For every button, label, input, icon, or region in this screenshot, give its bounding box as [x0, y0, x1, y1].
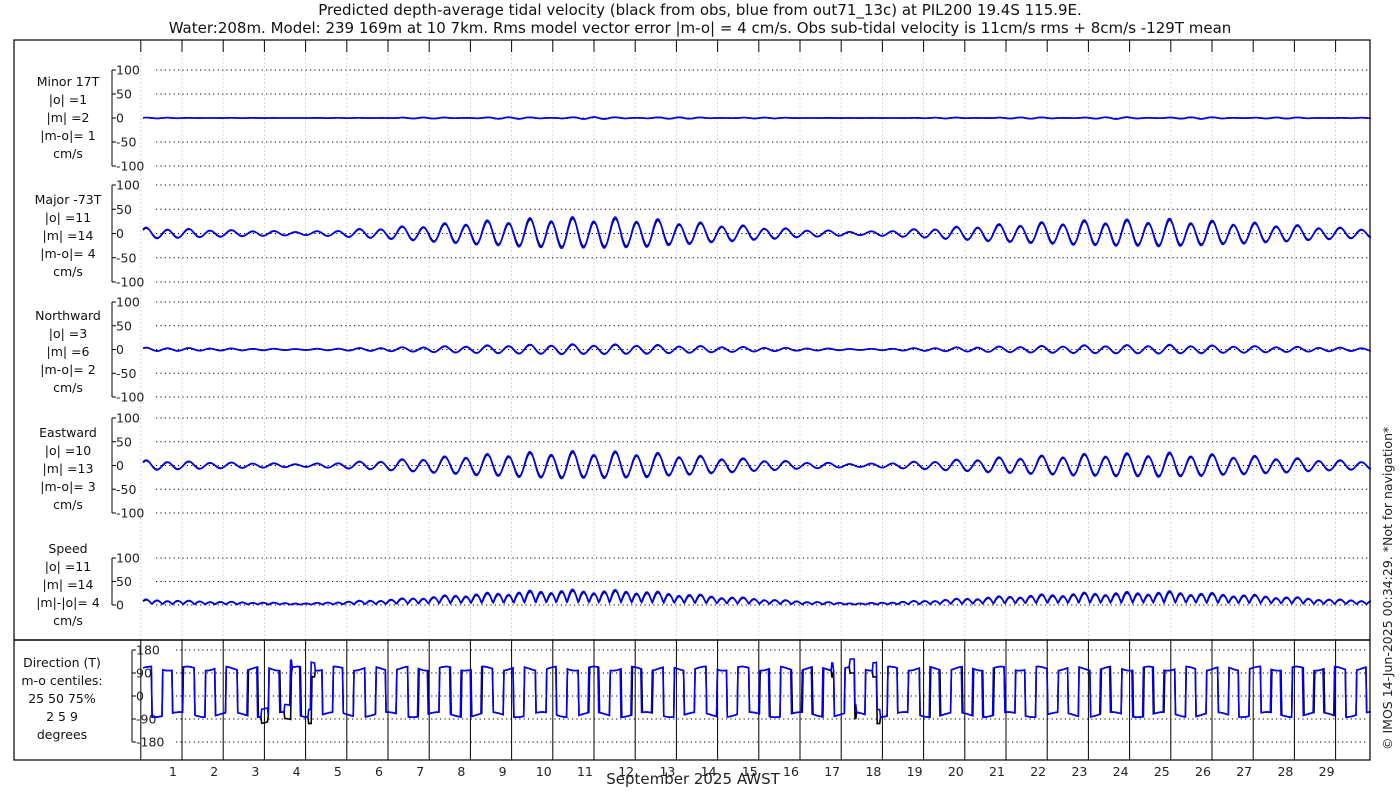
x-tick-label: 3 — [251, 764, 259, 779]
x-tick-label: 26 — [1195, 764, 1211, 779]
panel-label: |o| =10 — [45, 443, 91, 458]
y-tick-label: 100 — [116, 411, 140, 426]
x-tick-label: 1 — [169, 764, 177, 779]
y-tick-label: -50 — [116, 366, 136, 381]
x-tick-label: 27 — [1236, 764, 1252, 779]
panel-label: cm/s — [53, 497, 83, 512]
panel-label: |m-o|= 4 — [40, 246, 95, 261]
panel-major: Major -73T |o| =11 |m| =14 |m-o|= 4 cm/s 100 5… — [35, 178, 1372, 290]
x-tick-label: 21 — [989, 764, 1005, 779]
x-tick-label: 25 — [1154, 764, 1170, 779]
panel-label: Eastward — [39, 425, 97, 440]
panel-label: |m| =14 — [43, 577, 94, 592]
y-tick-label: -100 — [116, 275, 144, 290]
copyright-note: © IMOS 14-Jun-2025 00:34:29. *Not for na… — [1380, 427, 1395, 750]
panel-label: |m|-|o|= 4 — [36, 595, 100, 610]
y-tick-label: -100 — [116, 506, 144, 521]
panel-label: Speed — [48, 541, 87, 556]
plot-frame — [13, 39, 1371, 761]
y-tick-label: -50 — [116, 250, 136, 265]
panel-label: degrees — [37, 727, 87, 742]
x-tick-label: 11 — [577, 764, 593, 779]
x-tick-label: 16 — [783, 764, 799, 779]
panel-label: |m-o|= 2 — [40, 362, 95, 377]
y-tick-label: 0 — [116, 226, 124, 241]
x-tick-label: 6 — [375, 764, 383, 779]
x-tick-label: 18 — [865, 764, 881, 779]
panel-label: cm/s — [53, 380, 83, 395]
panels: Minor 17T |o| =1 |m| =2 |m-o|= 1 cm/s 100 50 0 -… — [21, 63, 1372, 750]
y-tick-label: 100 — [116, 295, 140, 310]
x-tick-label: 4 — [293, 764, 301, 779]
y-tick-label: -100 — [116, 390, 144, 405]
y-tick-label: 0 — [116, 458, 124, 473]
panel-direction: Direction (T) m-o centiles: 25 50 75% 2 5 9… — [21, 643, 1371, 750]
y-tick-label: -100 — [116, 159, 144, 174]
speed-model-line — [142, 588, 1372, 606]
major-model-line — [142, 215, 1372, 250]
y-tick-label: 100 — [116, 551, 140, 566]
y-tick-label: 50 — [116, 574, 132, 589]
x-tick-label: 20 — [948, 764, 964, 779]
panel-label: |m| =2 — [47, 110, 90, 125]
y-tick-label: 50 — [116, 318, 132, 333]
panel-label: |m| =14 — [43, 228, 94, 243]
y-tick-label: 100 — [116, 178, 140, 193]
x-tick-label: 19 — [907, 764, 923, 779]
y-tick-label: 0 — [116, 342, 124, 357]
panel-label: cm/s — [53, 613, 83, 628]
panel-label: Minor 17T — [37, 74, 100, 89]
y-tick-label: 0 — [116, 598, 124, 613]
direction-model-line — [142, 658, 1371, 719]
y-tick-label: 50 — [116, 202, 132, 217]
x-tick-label: 5 — [334, 764, 342, 779]
x-tick-label: 17 — [824, 764, 840, 779]
panel-label: |o| =3 — [49, 326, 87, 341]
panel-label: Northward — [35, 308, 101, 323]
y-tick-label: -50 — [116, 135, 136, 150]
x-tick-label: 23 — [1071, 764, 1087, 779]
y-tick-label: 180 — [136, 643, 160, 658]
panel-label: m-o centiles: — [21, 673, 102, 688]
panel-label: |o| =11 — [45, 559, 91, 574]
x-tick-label: 7 — [416, 764, 424, 779]
panel-label: |o| =11 — [45, 210, 91, 225]
y-tick-label: 0 — [116, 111, 124, 126]
x-tick-label: 29 — [1319, 764, 1335, 779]
x-axis-label: September 2025 AWST — [606, 770, 780, 788]
panel-label: |m| =13 — [43, 461, 94, 476]
x-tick-label: 10 — [536, 764, 552, 779]
panel-label: Major -73T — [35, 192, 102, 207]
panel-label: Direction (T) — [23, 655, 101, 670]
y-tick-label: 100 — [116, 63, 140, 78]
y-tick-label: -180 — [136, 735, 164, 750]
y-tick-label: -90 — [136, 712, 156, 727]
panel-label: 2 5 9 — [46, 709, 78, 724]
x-tick-label: 9 — [499, 764, 507, 779]
panel-label: 25 50 75% — [28, 691, 96, 706]
x-tick-label: 2 — [210, 764, 218, 779]
panel-label: cm/s — [53, 146, 83, 161]
x-tick-label: 28 — [1277, 764, 1293, 779]
panel-label: |m-o|= 3 — [40, 479, 95, 494]
x-tick-label: 24 — [1113, 764, 1129, 779]
panel-label: |m-o|= 1 — [40, 128, 95, 143]
tidal-velocity-chart: Predicted depth-average tidal velocity (… — [13, 1, 1395, 788]
north-model-line — [142, 343, 1371, 356]
y-tick-label: 50 — [116, 434, 132, 449]
panel-label: cm/s — [53, 264, 83, 279]
chart-subtitle: Water:208m. Model: 239 169m at 10 7km. R… — [169, 19, 1232, 37]
y-tick-label: 50 — [116, 87, 132, 102]
east-model-line — [142, 449, 1372, 480]
y-tick-label: -50 — [116, 482, 136, 497]
x-tick-label: 22 — [1030, 764, 1046, 779]
chart-title: Predicted depth-average tidal velocity (… — [318, 1, 1082, 20]
x-tick-label: 8 — [457, 764, 465, 779]
y-tick-label: 0 — [136, 689, 144, 704]
panel-label: |m| =6 — [47, 344, 90, 359]
grid — [140, 40, 1337, 760]
panel-label: |o| =1 — [49, 92, 87, 107]
